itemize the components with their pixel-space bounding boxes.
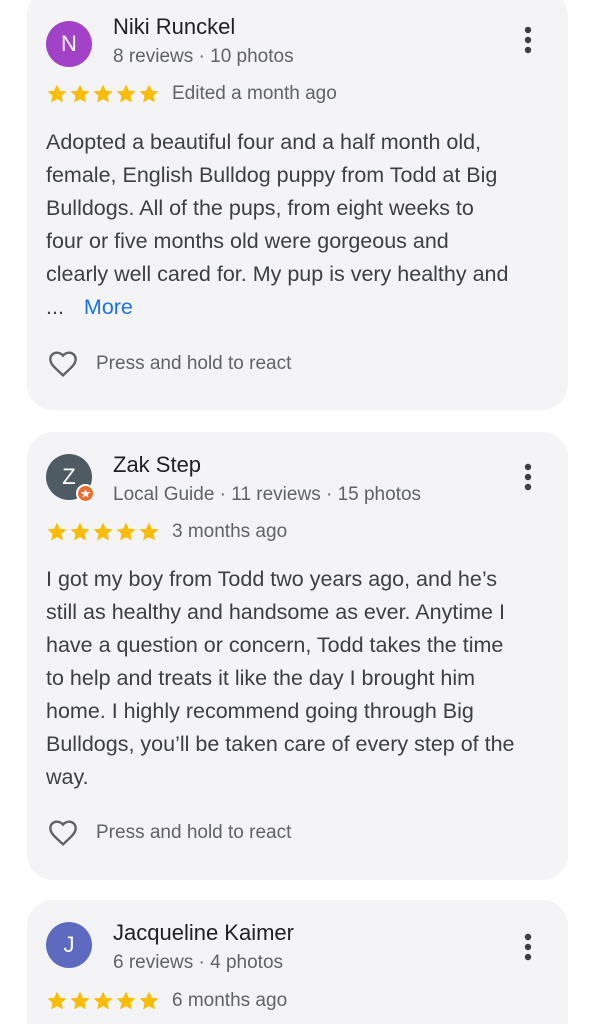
review-text-line: four or five months old were gorgeous an… [46,229,449,253]
star-filled-icon [93,991,113,1010]
review-text[interactable]: Adopted a beautiful four and a half mont… [46,126,551,324]
review-text-line: I got my boy from Todd two years ago, an… [46,567,497,591]
react-button[interactable]: Press and hold to react [46,348,291,380]
review-text-line: still as healthy and handsome as ever. A… [46,600,505,624]
avatar[interactable]: N [46,21,92,67]
avatar-letter: Z [62,464,76,489]
rating-row: Edited a month ago [46,83,337,105]
more-vert-icon [524,933,532,961]
more-vert-icon [524,463,532,491]
star-filled-icon [139,84,159,103]
reviews-page: N Niki Runckel 8 reviews · 10 photos Edi… [0,0,595,1024]
star-filled-icon [70,991,90,1010]
reviewer-name[interactable]: Zak Step [113,452,201,478]
avatar-letter: N [61,31,77,56]
review-date: 3 months ago [172,521,288,542]
star-filled-icon [70,522,90,541]
star-filled-icon [139,991,159,1010]
star-filled-icon [116,522,136,541]
local-guide-badge-icon [76,484,95,503]
star-rating [46,83,160,105]
more-options-button[interactable] [516,23,540,57]
review-card: N Niki Runckel 8 reviews · 10 photos Edi… [27,0,568,410]
rating-row: 6 months ago [46,990,287,1012]
react-label: Press and hold to react [96,822,292,843]
review-date: 6 months ago [172,990,288,1011]
react-label: Press and hold to react [96,353,292,374]
star-filled-icon [139,522,159,541]
star-filled-icon [116,84,136,103]
review-text-line: to help and treats it like the day I bro… [46,666,476,690]
review-text-line: clearly well cared for. My pup is very h… [46,262,509,286]
reviewer-name[interactable]: Jacqueline Kaimer [113,920,294,946]
review-card: J Jacqueline Kaimer 6 reviews · 4 photos… [27,900,568,1024]
review-text-line: way. [46,765,89,789]
reviewer-name[interactable]: Niki Runckel [113,14,235,40]
star-filled-icon [47,991,67,1010]
more-vert-icon [524,26,532,54]
review-text-line: home. I highly recommend going through B… [46,699,474,723]
review-text-line: ... More [46,291,551,324]
review-text-line: Bulldogs. All of the pups, from eight we… [46,196,474,220]
heart-outline-icon [49,351,77,377]
review-text-line: Adopted a beautiful four and a half mont… [46,130,482,154]
star-rating [46,521,160,543]
more-options-button[interactable] [516,930,540,964]
review-text-line: Bulldogs, you’ll be taken care of every … [46,732,515,756]
react-button[interactable]: Press and hold to react [46,817,291,849]
avatar-letter: J [63,932,75,957]
star-filled-icon [93,84,113,103]
review-text-line: have a question or concern, Todd takes t… [46,633,504,657]
star-filled-icon [116,991,136,1010]
more-options-button[interactable] [516,460,540,494]
review-text[interactable]: I got my boy from Todd two years ago, an… [46,563,551,794]
ellipsis: ... [46,295,64,319]
more-link[interactable]: More [84,295,133,319]
reviewer-meta[interactable]: 8 reviews · 10 photos [113,46,294,68]
avatar[interactable]: Z [46,454,95,503]
rating-row: 3 months ago [46,521,287,543]
review-card: Z Zak Step Local Guide · 11 reviews · 15… [27,432,568,880]
review-date: Edited a month ago [172,83,337,104]
reviewer-meta[interactable]: Local Guide · 11 reviews · 15 photos [113,484,421,506]
star-filled-icon [47,522,67,541]
star-filled-icon [47,84,67,103]
star-badge-icon [80,488,91,498]
star-filled-icon [93,522,113,541]
star-rating [46,990,160,1012]
review-text-line: female, English Bulldog puppy from Todd … [46,163,498,187]
avatar[interactable]: J [46,922,92,968]
heart-outline-icon [49,820,77,846]
reviewer-meta[interactable]: 6 reviews · 4 photos [113,952,283,974]
star-filled-icon [70,84,90,103]
